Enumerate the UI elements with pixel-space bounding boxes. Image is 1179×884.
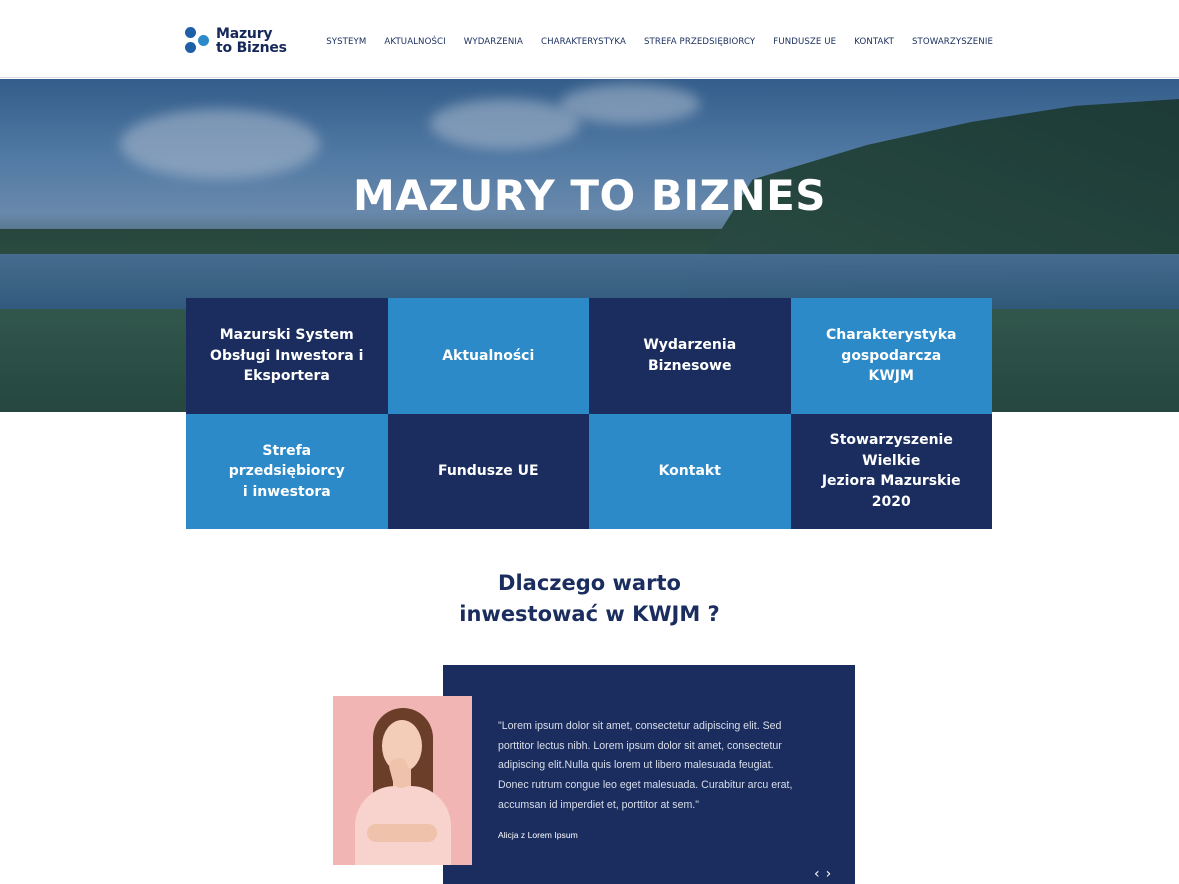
tile-aktualnosci[interactable]: Aktualności <box>387 298 589 414</box>
tile-charakterystyka[interactable]: Charakterystyka gospodarcza KWJM <box>790 298 992 414</box>
tile-fundusze-ue[interactable]: Fundusze UE <box>387 413 589 529</box>
main-nav: SYSTEYM AKTUALNOŚCI WYDARZENIA CHARAKTER… <box>326 37 993 47</box>
nav-item-charakterystyka[interactable]: CHARAKTERYSTYKA <box>541 37 626 47</box>
tile-stowarzyszenie[interactable]: Stowarzyszenie Wielkie Jeziora Mazurskie… <box>790 413 992 529</box>
nav-item-systeym[interactable]: SYSTEYM <box>326 37 366 47</box>
chevron-left-icon[interactable]: ‹ <box>814 867 820 881</box>
site-header: Mazury to Biznes SYSTEYM AKTUALNOŚCI WYD… <box>0 0 1179 78</box>
tile-strefa-przedsiebiorcy[interactable]: Strefa przedsiębiorcy i inwestora <box>186 413 388 529</box>
logo-mark-icon <box>185 27 211 55</box>
logo-text: Mazury to Biznes <box>216 27 287 55</box>
testimonial-photo <box>333 696 472 865</box>
nav-item-wydarzenia[interactable]: WYDARZENIA <box>464 37 523 47</box>
hero-title: MAZURY TO BIZNES <box>352 171 827 220</box>
site-logo[interactable]: Mazury to Biznes <box>185 27 287 55</box>
logo-line-2: to Biznes <box>216 40 287 56</box>
tile-kontakt[interactable]: Kontakt <box>589 413 791 529</box>
tile-wydarzenia-biznesowe[interactable]: Wydarzenia Biznesowe <box>589 298 791 414</box>
tile-mazurski-system[interactable]: Mazurski System Obsługi Inwestora i Eksp… <box>186 298 388 414</box>
nav-item-stowarzyszenie[interactable]: STOWARZYSZENIE <box>912 37 993 47</box>
testimonial-nav: ‹ › <box>814 867 831 881</box>
category-tiles: Mazurski System Obsługi Inwestora i Eksp… <box>186 298 992 529</box>
logo-line-1: Mazury <box>216 26 273 42</box>
nav-item-strefa-przedsiebiorcy[interactable]: STREFA PRZEDSIĘBIORCY <box>644 37 755 47</box>
section-heading: Dlaczego warto inwestować w KWJM ? <box>459 571 720 626</box>
nav-item-kontakt[interactable]: KONTAKT <box>854 37 894 47</box>
chevron-right-icon[interactable]: › <box>826 867 832 881</box>
testimonial-author: Alicja z Lorem Ipsum <box>498 830 578 840</box>
testimonial-quote: "Lorem ipsum dolor sit amet, consectetur… <box>498 720 793 811</box>
nav-item-aktualnosci[interactable]: AKTUALNOŚCI <box>384 37 445 47</box>
nav-item-fundusze-ue[interactable]: FUNDUSZE UE <box>773 37 836 47</box>
